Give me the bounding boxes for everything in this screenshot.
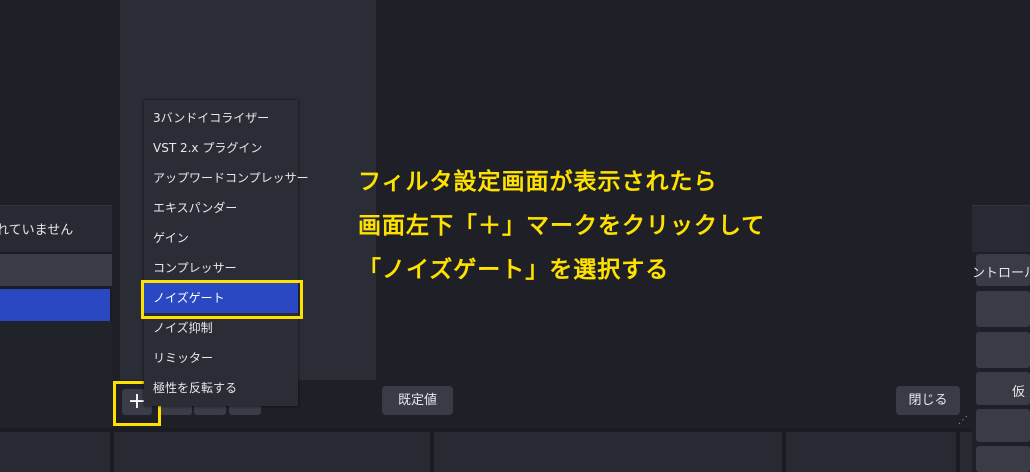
- menu-item-compressor[interactable]: コンプレッサー: [144, 253, 298, 283]
- background-control-button[interactable]: [976, 332, 1030, 368]
- background-bottom-panel: [786, 432, 956, 472]
- background-list-row[interactable]: [0, 254, 112, 286]
- background-selected-row[interactable]: [0, 289, 110, 321]
- background-control-button[interactable]: [976, 446, 1030, 472]
- menu-item-vst-plugin[interactable]: VST 2.x プラグイン: [144, 133, 298, 163]
- menu-item-expander[interactable]: エキスパンダー: [144, 193, 298, 223]
- menu-item-invert-polarity[interactable]: 極性を反転する: [144, 373, 298, 403]
- resize-grip-icon[interactable]: ⋰: [958, 416, 968, 426]
- background-control-button[interactable]: [976, 291, 1030, 327]
- background-status-text: れていません: [0, 223, 74, 238]
- background-control-label: 仮: [1012, 385, 1026, 400]
- annotation-line-1: フィルタ設定画面が表示されたら: [358, 169, 718, 195]
- background-bottom-panel: [114, 432, 430, 472]
- background-control-button[interactable]: [976, 409, 1030, 442]
- background-left-panel: [0, 0, 112, 205]
- close-button[interactable]: 閉じる: [896, 386, 960, 415]
- annotation-line-2: 画面左下「＋」マークをクリックして: [358, 213, 766, 239]
- background-control-label: ントロール: [972, 266, 1030, 281]
- menu-item-3band-eq[interactable]: 3バンドイコライザー: [144, 103, 298, 133]
- background-control-button[interactable]: 仮: [976, 372, 1030, 405]
- menu-item-gain[interactable]: ゲイン: [144, 223, 298, 253]
- background-control-button[interactable]: ントロール: [972, 254, 1030, 286]
- noise-gate-highlight: [141, 280, 303, 319]
- defaults-button[interactable]: 既定値: [382, 386, 453, 415]
- background-bottom-panel: [434, 432, 782, 472]
- menu-item-limiter[interactable]: リミッター: [144, 343, 298, 373]
- background-bottom-panel: [0, 432, 110, 472]
- menu-item-upward-compressor[interactable]: アップワードコンプレッサー: [144, 163, 309, 193]
- annotation-line-3: 「ノイズゲート」を選択する: [358, 257, 670, 283]
- background-right-header: [972, 205, 1030, 252]
- filter-type-menu: 3バンドイコライザー VST 2.x プラグイン アップワードコンプレッサー エ…: [144, 100, 309, 406]
